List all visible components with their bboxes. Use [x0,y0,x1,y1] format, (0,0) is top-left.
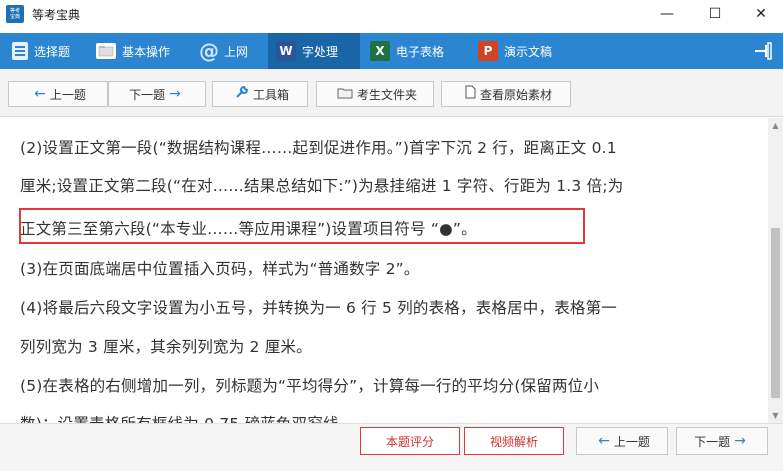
scroll-thumb[interactable] [771,228,780,398]
bottom-prev-button[interactable]: ← 上一题 [576,427,668,455]
app-logo-icon: 等考宝典 [6,5,24,23]
content-line: (5)在表格的右侧增加一列，列标题为“平均得分”，计算每一行的平均分(保留两位小 [20,377,600,395]
prev-question-button[interactable]: ← 上一题 [8,81,108,107]
prev-question-label: 上一题 [49,87,86,102]
title-bar: 等考宝典 等考宝典 — ☐ ✕ [0,0,783,28]
question-content: (2)设置正文第一段(“数据结构课程……起到促进作用。”)首字下沉 2 行，距离… [0,118,768,423]
excel-icon: X [370,41,390,61]
tab-choice[interactable]: 选择题 [8,33,74,69]
bottom-prev-label: 上一题 [613,434,650,449]
highlight-box [19,208,585,244]
app-logo-text: 等考宝典 [9,8,20,20]
tab-word-processing[interactable]: W 字处理 [268,33,360,69]
examinee-folder-label: 考生文件夹 [356,87,417,102]
wrench-icon [235,85,249,103]
maximize-button[interactable]: ☐ [692,0,738,28]
content-line: (4)将最后六段文字设置为小五号，并转换为一 6 行 5 列的表格，表格居中，表… [20,299,617,317]
main-tab-bar: 选择题 基本操作 @ 上网 W 字处理 X 电子表格 P 演示文稿 [0,33,783,69]
vertical-scrollbar[interactable]: ▲ ▼ [768,118,783,423]
powerpoint-icon: P [478,41,498,61]
bottom-bar: 本题评分 视频解析 ← 上一题 下一题 → [0,423,783,471]
examinee-folder-button[interactable]: 考生文件夹 [316,81,434,107]
arrow-left-icon: ← [598,433,610,449]
bottom-next-button[interactable]: 下一题 → [676,427,768,455]
tab-label: 基本操作 [122,44,171,59]
tab-spreadsheet[interactable]: X 电子表格 [366,33,448,69]
content-line: 数)；设置表格所有框线为 0.75 磅蓝色双窄线。 [20,412,354,423]
scroll-down-icon[interactable]: ▼ [768,408,783,423]
minimize-button[interactable]: — [644,0,690,28]
ie-icon: @ [199,39,219,63]
tab-label: 上网 [224,44,249,59]
video-analysis-label: 视频解析 [489,434,538,449]
word-icon: W [276,41,296,61]
content-line: (3)在页面底端居中位置插入页码，样式为“普通数字 2”。 [20,260,420,278]
toolbox-button[interactable]: 工具箱 [212,81,308,107]
content-line: 列列宽为 3 厘米，其余列列宽为 2 厘米。 [20,338,312,356]
arrow-left-icon: ← [34,86,46,102]
document-icon [464,85,476,103]
scroll-up-icon[interactable]: ▲ [768,118,783,133]
app-title: 等考宝典 [32,8,81,22]
tab-label: 演示文稿 [504,44,553,59]
tab-label: 字处理 [302,44,339,59]
content-line: 厘米;设置正文第二段(“在对……结果总结如下:”)为悬挂缩进 1 字符、行距为 … [20,177,624,195]
toolbar: ← 上一题 下一题 → 工具箱 考生文件夹 查看原始素材 [0,69,783,117]
view-original-label: 查看原始素材 [479,87,552,102]
tab-label: 选择题 [34,44,71,59]
toolbox-label: 工具箱 [252,87,289,102]
tab-internet[interactable]: @ 上网 [196,33,252,69]
close-button[interactable]: ✕ [738,0,783,28]
view-original-button[interactable]: 查看原始素材 [441,81,571,107]
list-icon [12,42,28,60]
tab-presentation[interactable]: P 演示文稿 [474,33,556,69]
folder-icon [337,86,353,103]
video-analysis-button[interactable]: 视频解析 [464,427,564,455]
bottom-next-label: 下一题 [694,434,731,449]
tab-basic-operation[interactable]: 基本操作 [92,33,174,69]
arrow-right-icon: → [734,433,746,449]
tab-label: 电子表格 [396,44,445,59]
score-question-label: 本题评分 [385,434,434,449]
next-question-button[interactable]: 下一题 → [108,81,206,107]
folder-icon [96,43,116,59]
score-question-button[interactable]: 本题评分 [360,427,460,455]
next-question-label: 下一题 [129,87,166,102]
content-line: (2)设置正文第一段(“数据结构课程……起到促进作用。”)首字下沉 2 行，距离… [20,139,617,157]
arrow-right-icon: → [169,86,181,102]
pin-icon[interactable] [753,42,773,60]
